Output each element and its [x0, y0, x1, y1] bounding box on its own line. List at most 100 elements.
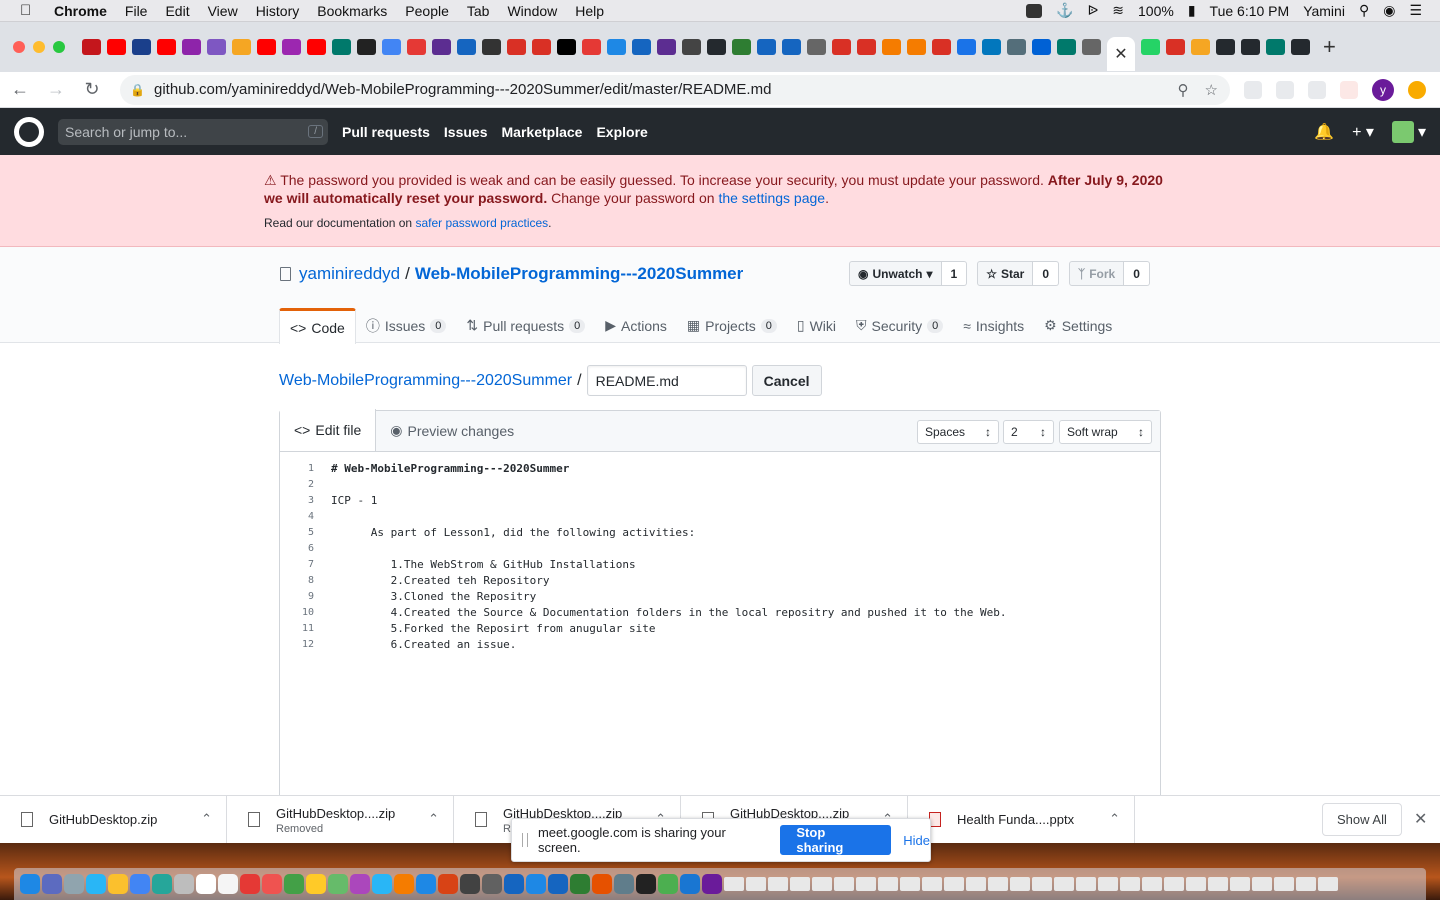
dock-app-icon[interactable]	[416, 874, 436, 894]
dock-document-icon[interactable]	[1142, 877, 1162, 891]
dock-app-icon[interactable]	[614, 874, 634, 894]
tab-pull-requests[interactable]: ⇅ Pull requests 0	[456, 308, 595, 343]
code-area[interactable]: 1 # Web-MobileProgramming---2020Summer 2 3 I…	[280, 461, 1160, 653]
create-new-dropdown[interactable]: + ▾	[1352, 122, 1374, 142]
tab-settings[interactable]: ⚙ Settings	[1034, 308, 1122, 343]
tab-favicon-icon[interactable]	[282, 39, 301, 55]
wifi-icon[interactable]: ≋	[1112, 2, 1124, 19]
lock-icon[interactable]: 🔒	[130, 83, 145, 97]
tab-actions[interactable]: ▶ Actions	[595, 308, 677, 343]
tab-favicon-icon[interactable]	[1007, 39, 1026, 55]
tab-favicon-icon[interactable]	[232, 39, 251, 55]
dock-document-icon[interactable]	[724, 877, 744, 891]
dock-document-icon[interactable]	[1120, 877, 1140, 891]
code-line[interactable]: 4	[280, 509, 1160, 525]
tab-favicon-icon[interactable]	[682, 39, 701, 55]
menu-app-name[interactable]: Chrome	[54, 3, 107, 19]
wrap-mode-select[interactable]: Soft wrap ↕	[1059, 420, 1152, 444]
dock-app-icon[interactable]	[86, 874, 106, 894]
extension-icon[interactable]	[1308, 80, 1326, 99]
dock-document-icon[interactable]	[1252, 877, 1272, 891]
screen-record-icon[interactable]	[1026, 3, 1043, 18]
dock-app-icon[interactable]	[262, 874, 282, 894]
clock[interactable]: Tue 6:10 PM	[1210, 3, 1290, 19]
breadcrumb-repo-link[interactable]: Web-MobileProgramming---2020Summer	[279, 372, 572, 390]
tab-favicon-icon[interactable]	[632, 39, 651, 55]
dock-document-icon[interactable]	[746, 877, 766, 891]
chevron-up-icon[interactable]: ⌃	[201, 811, 212, 827]
battery-percent[interactable]: 100%	[1138, 3, 1174, 19]
tab-favicon-icon[interactable]	[182, 39, 201, 55]
dock-app-icon[interactable]	[636, 874, 656, 894]
tab-favicon-icon[interactable]	[257, 39, 276, 55]
dock-document-icon[interactable]	[1186, 877, 1206, 891]
fork-count[interactable]: 0	[1124, 261, 1150, 286]
watch-count[interactable]: 1	[941, 261, 968, 286]
dock-app-icon[interactable]	[504, 874, 524, 894]
chevron-up-icon[interactable]: ⌃	[428, 811, 439, 827]
address-bar[interactable]: 🔒 github.com/yaminireddyd/Web-MobileProg…	[120, 74, 1230, 105]
tab-insights[interactable]: ≈ Insights	[953, 308, 1034, 343]
tab-security[interactable]: ⛨ Security 0	[846, 308, 953, 343]
new-tab-button[interactable]: +	[1323, 34, 1336, 60]
repo-owner-link[interactable]: yaminireddyd	[299, 264, 400, 284]
dock-app-icon[interactable]	[328, 874, 348, 894]
indent-mode-select[interactable]: Spaces ↕	[917, 420, 999, 444]
tab-favicon-icon[interactable]	[457, 39, 476, 55]
code-line[interactable]: 1 # Web-MobileProgramming---2020Summer	[280, 461, 1160, 477]
dock-app-icon[interactable]	[372, 874, 392, 894]
menu-help[interactable]: Help	[575, 3, 604, 19]
tab-favicon-icon[interactable]	[1082, 39, 1101, 55]
dock-app-icon[interactable]	[526, 874, 546, 894]
github-logo-icon[interactable]	[14, 116, 44, 147]
dock-document-icon[interactable]	[1208, 877, 1228, 891]
reload-button[interactable]: ↻	[76, 79, 108, 100]
dock-app-icon[interactable]	[658, 874, 678, 894]
tab-favicon-icon[interactable]	[757, 39, 776, 55]
tab-code[interactable]: <> Code	[279, 308, 356, 344]
close-window-button[interactable]	[13, 41, 25, 53]
tab-favicon-icon[interactable]	[557, 39, 576, 55]
tab-favicon-icon[interactable]	[1191, 39, 1210, 55]
download-item[interactable]: Health Funda....pptx ⌃	[908, 795, 1135, 844]
dock-document-icon[interactable]	[1230, 877, 1250, 891]
menu-edit[interactable]: Edit	[165, 3, 189, 19]
dock-app-icon[interactable]	[108, 874, 128, 894]
tab-favicon-icon[interactable]	[357, 39, 376, 55]
dock-app-icon[interactable]	[702, 874, 722, 894]
dock-document-icon[interactable]	[922, 877, 942, 891]
zoom-window-button[interactable]	[53, 41, 65, 53]
code-line[interactable]: 3 ICP - 1	[280, 493, 1160, 509]
star-count[interactable]: 0	[1033, 261, 1060, 286]
tab-favicon-icon[interactable]	[582, 39, 601, 55]
settings-page-link[interactable]: the settings page	[718, 190, 825, 206]
code-line[interactable]: 5 As part of Lesson1, did the following …	[280, 525, 1160, 541]
tab-favicon-icon[interactable]	[132, 39, 151, 55]
tab-favicon-icon[interactable]	[1141, 39, 1160, 55]
code-line[interactable]: 7 1.The WebStrom & GitHub Installations	[280, 557, 1160, 573]
tab-edit-file[interactable]: <> Edit file	[280, 409, 377, 451]
tab-favicon-icon[interactable]	[607, 39, 626, 55]
code-line[interactable]: 10 4.Created the Source & Documentation …	[280, 605, 1160, 621]
cancel-button[interactable]: Cancel	[751, 365, 822, 396]
dock-app-icon[interactable]	[548, 874, 568, 894]
filename-input[interactable]: README.md	[586, 365, 747, 396]
dock-document-icon[interactable]	[900, 877, 920, 891]
dock-app-icon[interactable]	[460, 874, 480, 894]
dock-app-icon[interactable]	[218, 874, 238, 894]
dock-document-icon[interactable]	[1032, 877, 1052, 891]
code-line[interactable]: 8 2.Created teh Repository	[280, 573, 1160, 589]
tab-favicon-icon[interactable]	[157, 39, 176, 55]
menu-tab[interactable]: Tab	[467, 3, 490, 19]
close-downloads-icon[interactable]: ✕	[1414, 809, 1427, 829]
tab-favicon-icon[interactable]	[932, 39, 951, 55]
menu-history[interactable]: History	[256, 3, 300, 19]
battery-icon[interactable]: ▮	[1188, 2, 1196, 19]
bookmark-star-icon[interactable]: ☆	[1205, 81, 1218, 99]
dock-document-icon[interactable]	[768, 877, 788, 891]
code-line[interactable]: 9 3.Cloned the Repositry	[280, 589, 1160, 605]
user-menu-dropdown[interactable]: ▾	[1391, 120, 1426, 143]
dock-app-icon[interactable]	[482, 874, 502, 894]
dock-app-icon[interactable]	[240, 874, 260, 894]
tab-wiki[interactable]: ▯ Wiki	[787, 308, 846, 343]
